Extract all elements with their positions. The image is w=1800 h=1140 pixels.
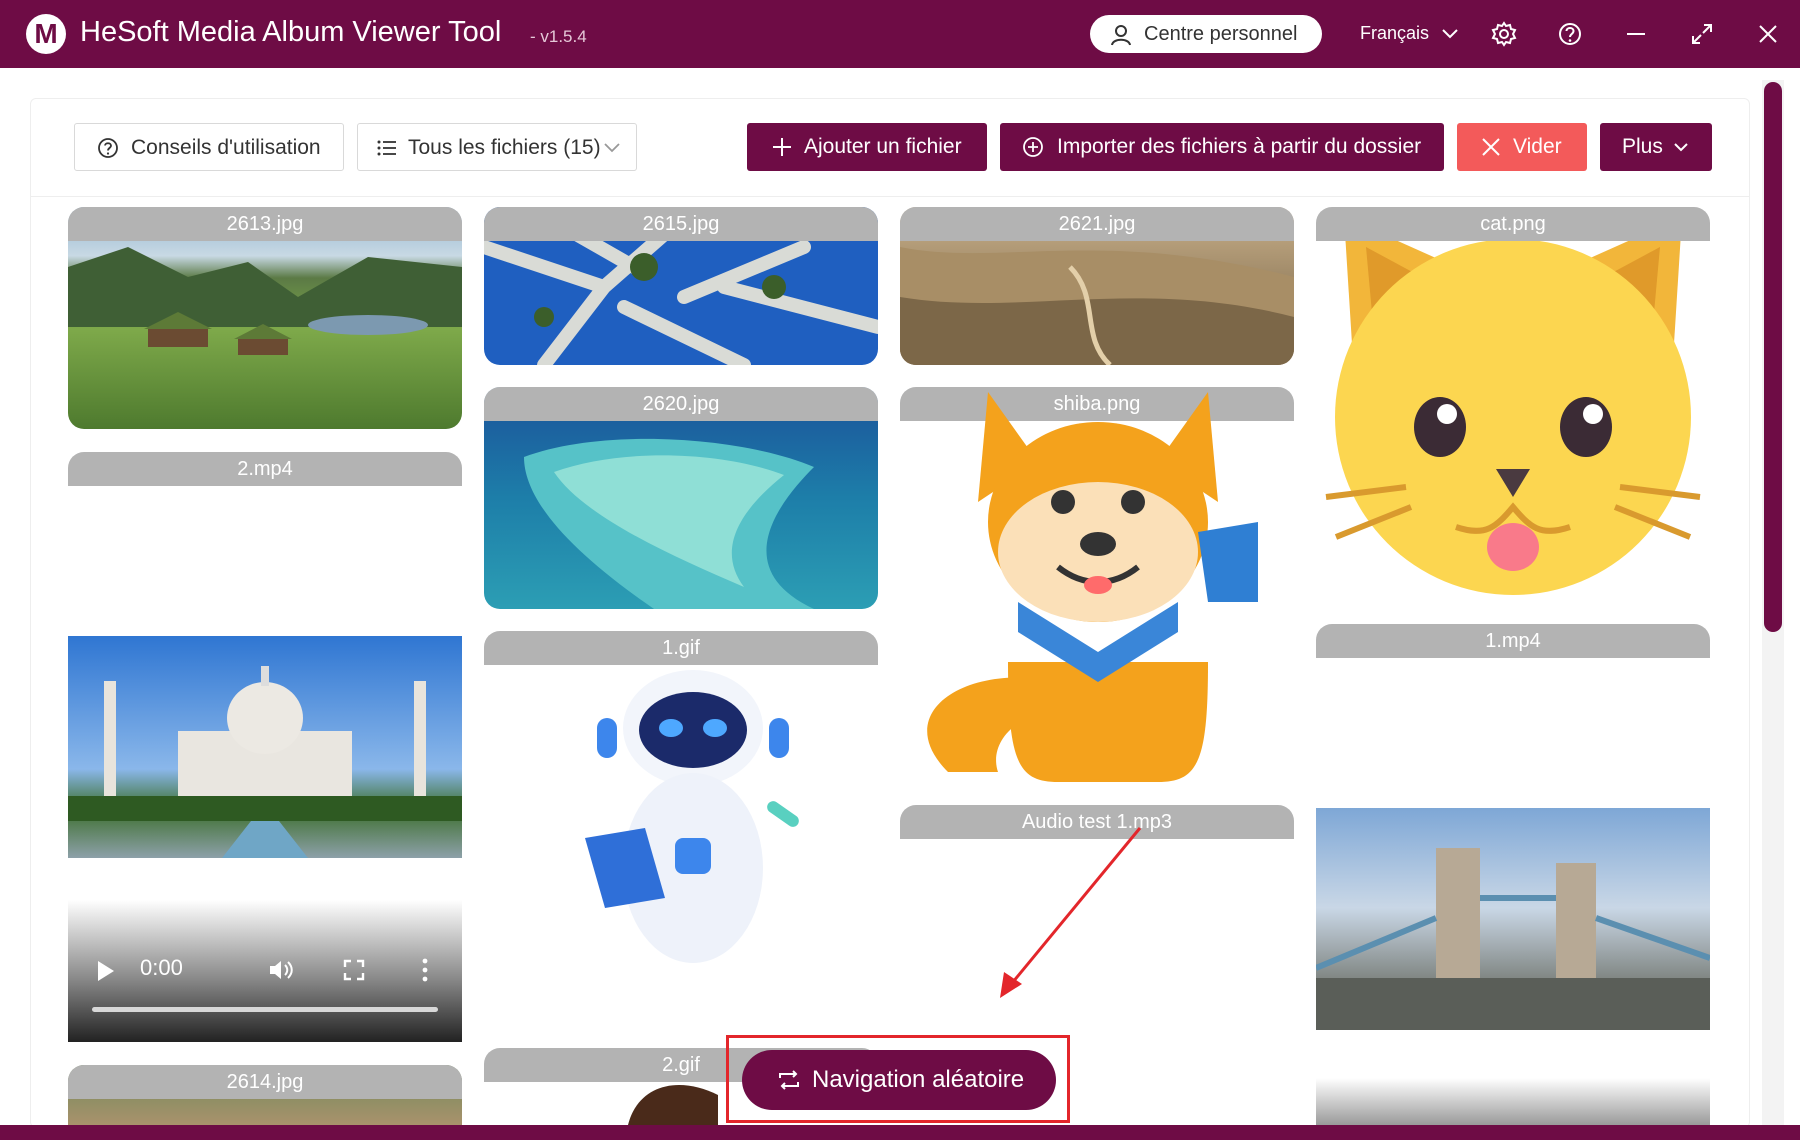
more-label: Plus [1622, 135, 1663, 158]
random-navigation-button[interactable]: Navigation aléatoire [742, 1050, 1056, 1110]
more-menu-button[interactable]: Plus [1600, 123, 1712, 171]
window-bottom-border [0, 1125, 1800, 1140]
usage-tips-button[interactable]: Conseils d'utilisation [74, 123, 344, 171]
annotation-arrow [1000, 827, 1142, 998]
tile-label: 2613.jpg [68, 207, 462, 241]
chevron-down-icon [1674, 143, 1688, 152]
file-filter-label: Tous les fichiers (15) [408, 136, 601, 159]
scrollbar-thumb[interactable] [1764, 82, 1782, 632]
cat-image[interactable] [1316, 207, 1710, 607]
help-button[interactable] [1556, 20, 1584, 48]
tile-label: 2.mp4 [68, 452, 462, 486]
app-logo: M [26, 14, 66, 54]
settings-button[interactable] [1490, 20, 1518, 48]
video-player-1-mp4[interactable] [1316, 1078, 1710, 1125]
clear-button[interactable]: Vider [1457, 123, 1587, 171]
plus-circle-icon [1023, 137, 1043, 157]
title-bar: M HeSoft Media Album Viewer Tool - v1.5.… [0, 0, 1800, 68]
file-filter-select[interactable]: Tous les fichiers (15) [357, 123, 637, 171]
taj-mahal-image [68, 666, 462, 858]
close-icon [1759, 25, 1777, 43]
tower-bridge-image [1316, 848, 1710, 1030]
add-file-label: Ajouter un fichier [804, 135, 962, 158]
tile-label: 1.gif [484, 631, 878, 665]
minimize-button[interactable] [1622, 20, 1650, 48]
help-icon [98, 138, 118, 158]
tile-label: 2614.jpg [68, 1065, 462, 1099]
tile-label: 2621.jpg [900, 207, 1294, 241]
clear-label: Vider [1513, 135, 1562, 158]
language-select[interactable]: Français [1360, 23, 1458, 44]
list-icon [377, 140, 396, 156]
maximize-button[interactable] [1688, 20, 1716, 48]
usage-tips-label: Conseils d'utilisation [131, 136, 321, 159]
random-navigation-label: Navigation aléatoire [812, 1066, 1025, 1093]
maximize-icon [1692, 24, 1712, 44]
video-time: 0:00 [140, 955, 183, 980]
import-folder-label: Importer des fichiers à partir du dossie… [1057, 135, 1422, 158]
video-player-2-mp4[interactable] [68, 900, 462, 1042]
thumbnail-taj-mahal[interactable] [68, 636, 462, 858]
plus-icon [773, 138, 791, 156]
tile-label: 2615.jpg [484, 207, 878, 241]
tile-label: 2620.jpg [484, 387, 878, 421]
shiba-image[interactable] [908, 382, 1288, 792]
robot-image[interactable] [565, 668, 825, 988]
play-icon[interactable] [96, 960, 116, 982]
video-progress-bar[interactable] [92, 1007, 438, 1012]
help-icon [1559, 23, 1581, 45]
personal-center-button[interactable]: Centre personnel [1090, 15, 1322, 53]
tile-label: 1.mp4 [1316, 624, 1710, 658]
more-vertical-icon[interactable] [421, 958, 429, 982]
minimize-icon [1627, 33, 1645, 35]
personal-center-label: Centre personnel [1144, 23, 1298, 45]
volume-icon[interactable] [268, 958, 294, 982]
import-folder-button[interactable]: Importer des fichiers à partir du dossie… [1000, 123, 1444, 171]
character-image [628, 1085, 718, 1125]
fullscreen-icon[interactable] [343, 959, 365, 981]
user-icon [1111, 25, 1131, 46]
app-version: - v1.5.4 [530, 27, 587, 46]
language-label: Français [1360, 23, 1430, 43]
toolbar-divider [30, 196, 1750, 197]
add-file-button[interactable]: Ajouter un fichier [747, 123, 987, 171]
thumbnail-tower-bridge[interactable] [1316, 808, 1710, 1030]
app-title: HeSoft Media Album Viewer Tool [80, 16, 502, 48]
tile-label: cat.png [1316, 207, 1710, 241]
chevron-down-icon [604, 143, 620, 153]
gear-icon [1491, 21, 1517, 47]
close-icon [1482, 138, 1500, 156]
close-button[interactable] [1754, 20, 1782, 48]
shuffle-icon [779, 1070, 799, 1090]
chevron-down-icon [1442, 29, 1458, 39]
